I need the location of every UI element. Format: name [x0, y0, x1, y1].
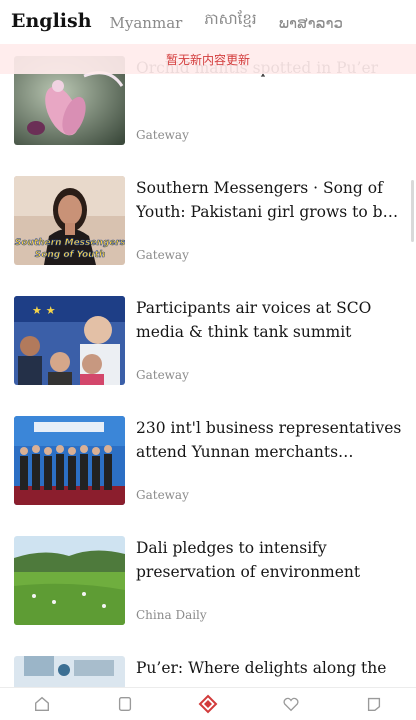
news-item[interactable]: Pu’er: Where delights along the — [14, 656, 410, 687]
svg-text:★ ★: ★ ★ — [32, 304, 56, 317]
news-source: Gateway — [136, 488, 189, 502]
home-icon[interactable] — [28, 690, 56, 718]
bottom-tab-bar — [0, 687, 416, 720]
tab-khmer[interactable]: ភាសាខ្មែរ — [204, 10, 256, 32]
thumbnail-sco-summit: ★ ★ — [14, 296, 125, 385]
tab-lao[interactable]: ພາສາລາວ — [279, 14, 343, 32]
favorites-icon[interactable] — [277, 690, 305, 718]
news-item[interactable]: Southern Messengers Song of Youth Southe… — [14, 176, 410, 266]
news-feed[interactable]: Orchid mantis spotted in Pu’er Gateway S… — [0, 42, 416, 687]
news-title[interactable]: Pu’er: Where delights along the — [136, 656, 404, 680]
scrollbar[interactable] — [411, 180, 414, 242]
thumbnail-pakistani-girl: Southern Messengers Song of Youth — [14, 176, 125, 265]
discover-icon[interactable] — [194, 690, 222, 718]
news-source: Gateway — [136, 368, 189, 382]
news-source: Gateway — [136, 128, 189, 142]
news-title[interactable]: Participants air voices at SCO media & t… — [136, 296, 404, 344]
news-source: Gateway — [136, 248, 189, 262]
thumbnail-caption-line2: Song of Youth — [35, 250, 106, 260]
tab-english[interactable]: English — [11, 10, 92, 32]
news-item[interactable]: ★ ★ Participants air voices at SCO media… — [14, 296, 410, 386]
no-new-content-toast: 暂无新内容更新 — [0, 44, 416, 74]
news-item[interactable]: Dali pledges to intensify preservation o… — [14, 536, 410, 626]
news-title[interactable]: Dali pledges to intensify preservation o… — [136, 536, 404, 584]
language-tabs: English Myanmar ភាសាខ្មែរ ພາສາລາວ — [0, 0, 416, 42]
thumbnail-caption-line1: Southern Messengers — [15, 238, 125, 248]
news-item[interactable]: 230 int'l business representatives atten… — [14, 416, 410, 506]
profile-icon[interactable] — [360, 690, 388, 718]
thumbnail-puer-delights — [14, 656, 125, 687]
bookmark-icon[interactable] — [111, 690, 139, 718]
news-source: China Daily — [136, 608, 207, 622]
tab-myanmar[interactable]: Myanmar — [110, 14, 183, 32]
thumbnail-dali-grassland — [14, 536, 125, 625]
news-title[interactable]: Southern Messengers · Song of Youth: Pak… — [136, 176, 404, 224]
news-title[interactable]: 230 int'l business representatives atten… — [136, 416, 404, 464]
thumbnail-merchants-assembly — [14, 416, 125, 505]
